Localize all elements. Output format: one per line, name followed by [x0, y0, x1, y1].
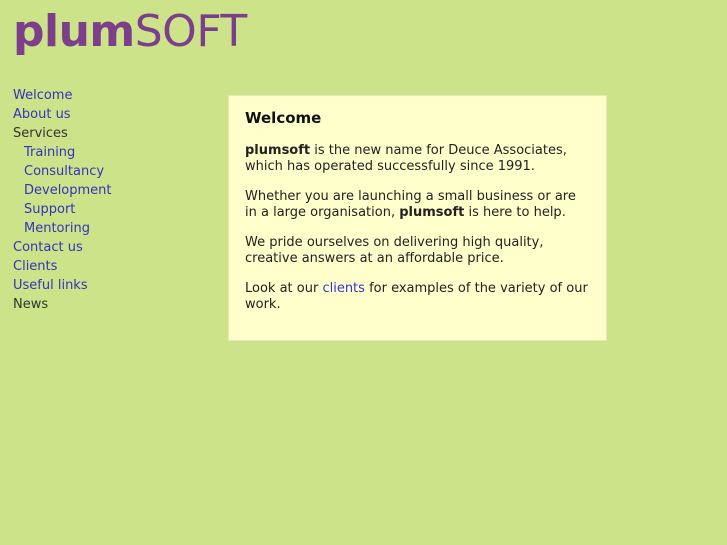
- sidebar-item-training[interactable]: Training: [13, 143, 213, 162]
- content-paragraph: Look at our clients for examples of the …: [245, 281, 590, 313]
- sidebar-item-mentoring[interactable]: Mentoring: [13, 219, 213, 238]
- sidebar-item-services: Services: [13, 126, 68, 141]
- sidebar-item-welcome[interactable]: Welcome: [13, 86, 213, 105]
- sidebar-navigation: Welcome About us Services Training Consultan…: [13, 86, 213, 314]
- paragraph-text: is here to help.: [464, 205, 566, 220]
- logo-text-plum: plum: [13, 6, 135, 57]
- plumsoft-logo[interactable]: plumSOFT: [13, 10, 247, 54]
- brand-name-emphasis: plumsoft: [399, 205, 465, 220]
- paragraph-text: We pride ourselves on delivering high qu…: [245, 235, 544, 266]
- brand-name-emphasis: plumsoft: [245, 143, 311, 158]
- content-body: plumsoft is the new name for Deuce Assoc…: [245, 143, 590, 313]
- paragraph-text: Look at our: [245, 281, 323, 296]
- sidebar-item-development[interactable]: Development: [13, 181, 213, 200]
- sidebar-item-contact-us[interactable]: Contact us: [13, 238, 213, 257]
- sidebar-item-clients[interactable]: Clients: [13, 257, 213, 276]
- sidebar-item-support[interactable]: Support: [13, 200, 213, 219]
- content-paragraph: We pride ourselves on delivering high qu…: [245, 235, 590, 267]
- content-paragraph: plumsoft is the new name for Deuce Assoc…: [245, 143, 590, 175]
- clients-inline-link[interactable]: clients: [322, 281, 364, 296]
- sidebar-item-consultancy[interactable]: Consultancy: [13, 162, 213, 181]
- sidebar-item-useful-links[interactable]: Useful links: [13, 276, 213, 295]
- logo-text-soft: SOFT: [134, 6, 247, 57]
- sidebar-item-about-us[interactable]: About us: [13, 105, 213, 124]
- content-paragraph: Whether you are launching a small busine…: [245, 189, 590, 221]
- site-header: plumSOFT: [13, 10, 247, 54]
- page-title: Welcome: [245, 109, 322, 127]
- content-panel: Welcome plumsoft is the new name for Deu…: [228, 95, 607, 341]
- sidebar-item-news: News: [13, 297, 49, 312]
